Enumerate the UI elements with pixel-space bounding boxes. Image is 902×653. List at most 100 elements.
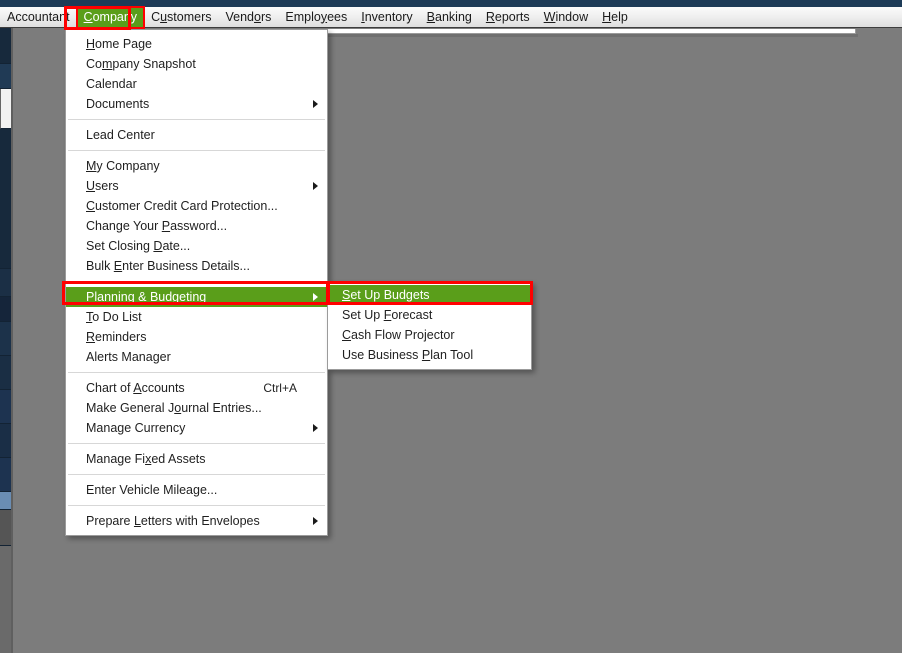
menubar-item-label: Inventory xyxy=(361,9,413,24)
submenu-arrow-icon xyxy=(313,293,318,301)
canvas-left-edge xyxy=(11,28,13,653)
submenu-arrow-icon xyxy=(313,100,318,108)
menu-item-lead-center[interactable]: Lead Center xyxy=(66,125,327,145)
menu-item-label: Cash Flow Projector xyxy=(342,328,455,342)
planning-budgeting-submenu[interactable]: Set Up Budgets Set Up Forecast Cash Flow P… xyxy=(327,281,532,370)
menu-item-shortcut: Ctrl+A xyxy=(263,381,297,395)
menu-item-label: Customer Credit Card Protection... xyxy=(86,199,278,213)
menu-item-bulk-enter-business-details[interactable]: Bulk Enter Business Details... xyxy=(66,256,327,276)
nav-segment[interactable] xyxy=(0,458,11,492)
menu-item-label: Planning & Budgeting xyxy=(86,290,207,304)
left-navigation-strip[interactable] xyxy=(0,28,11,546)
menu-item-label: Use Business Plan Tool xyxy=(342,348,474,362)
menu-item-reminders[interactable]: Reminders xyxy=(66,327,327,347)
menubar-item-customers[interactable]: Customers xyxy=(144,7,218,28)
nav-segment-active[interactable] xyxy=(0,89,11,129)
menubar-item-employees[interactable]: Employees xyxy=(278,7,354,28)
menubar-item-banking[interactable]: Banking xyxy=(420,7,479,28)
menubar-item-label: Customers xyxy=(151,9,212,24)
submenu-arrow-icon xyxy=(313,424,318,432)
menubar-item-window[interactable]: Window xyxy=(537,7,595,28)
menu-item-manage-fixed-assets[interactable]: Manage Fixed Assets xyxy=(66,449,327,469)
menu-item-prepare-letters-with-envelopes[interactable]: Prepare Letters with Envelopes xyxy=(66,511,327,531)
submenu-item-set-up-budgets[interactable]: Set Up Budgets xyxy=(328,285,531,305)
menu-item-label: Calendar xyxy=(86,77,137,91)
menubar-item-help[interactable]: Help xyxy=(595,7,635,28)
submenu-item-cash-flow-projector[interactable]: Cash Flow Projector xyxy=(328,325,531,345)
menubar-item-label: Window xyxy=(543,9,589,24)
menu-bar: Accountant Company Customers Vendors Employe… xyxy=(0,5,902,29)
menu-item-label: Manage Currency xyxy=(86,421,186,435)
menu-item-label: Set Up Budgets xyxy=(342,288,430,302)
menu-item-label: Documents xyxy=(86,97,150,111)
company-dropdown-menu[interactable]: Home Page Company Snapshot Calendar Documen… xyxy=(65,29,328,536)
nav-segment[interactable] xyxy=(0,129,11,269)
menu-item-users[interactable]: Users xyxy=(66,176,327,196)
menu-item-manage-currency[interactable]: Manage Currency xyxy=(66,418,327,438)
menubar-item-label: Employees xyxy=(285,9,348,24)
menu-item-label: Users xyxy=(86,179,119,193)
menubar-item-label: Vendors xyxy=(225,9,272,24)
menu-item-label: Set Closing Date... xyxy=(86,239,191,253)
menu-item-set-closing-date[interactable]: Set Closing Date... xyxy=(66,236,327,256)
menu-item-change-your-password[interactable]: Change Your Password... xyxy=(66,216,327,236)
menu-item-label: Reminders xyxy=(86,330,147,344)
menu-separator xyxy=(68,372,325,373)
submenu-arrow-icon xyxy=(313,517,318,525)
menu-separator xyxy=(68,150,325,151)
menu-item-calendar[interactable]: Calendar xyxy=(66,74,327,94)
menu-item-to-do-list[interactable]: To Do List xyxy=(66,307,327,327)
submenu-item-set-up-forecast[interactable]: Set Up Forecast xyxy=(328,305,531,325)
menu-item-label: Prepare Letters with Envelopes xyxy=(86,514,260,528)
menu-item-company-snapshot[interactable]: Company Snapshot xyxy=(66,54,327,74)
nav-segment[interactable] xyxy=(0,510,11,546)
menubar-item-label: Help xyxy=(602,9,628,24)
menubar-item-label: Accountant xyxy=(7,9,70,24)
nav-segment[interactable] xyxy=(0,269,11,297)
menu-item-alerts-manager[interactable]: Alerts Manager xyxy=(66,347,327,367)
menu-item-label: Alerts Manager xyxy=(86,350,171,364)
menubar-item-label: Reports xyxy=(485,9,530,24)
menu-separator xyxy=(68,505,325,506)
menu-item-label: Set Up Forecast xyxy=(342,308,433,322)
menu-item-label: Chart of Accounts xyxy=(86,381,185,395)
menubar-item-company[interactable]: Company xyxy=(75,5,146,29)
menu-item-label: Enter Vehicle Mileage... xyxy=(86,483,218,497)
menu-item-enter-vehicle-mileage[interactable]: Enter Vehicle Mileage... xyxy=(66,480,327,500)
menu-item-documents[interactable]: Documents xyxy=(66,94,327,114)
menu-item-label: To Do List xyxy=(86,310,142,324)
menu-item-make-general-journal-entries[interactable]: Make General Journal Entries... xyxy=(66,398,327,418)
menu-item-label: My Company xyxy=(86,159,160,173)
nav-segment[interactable] xyxy=(0,64,11,89)
menubar-item-label: Company xyxy=(83,9,138,24)
menu-separator xyxy=(68,443,325,444)
menu-item-label: Bulk Enter Business Details... xyxy=(86,259,250,273)
menu-separator xyxy=(68,474,325,475)
nav-segment[interactable] xyxy=(0,322,11,356)
menu-item-my-company[interactable]: My Company xyxy=(66,156,327,176)
nav-segment[interactable] xyxy=(0,356,11,390)
menu-separator xyxy=(68,119,325,120)
left-navigation-strip-tail xyxy=(0,546,11,653)
menu-item-label: Make General Journal Entries... xyxy=(86,401,262,415)
menubar-item-reports[interactable]: Reports xyxy=(479,7,537,28)
menubar-item-accountant[interactable]: Accountant xyxy=(0,7,77,28)
submenu-item-use-business-plan-tool[interactable]: Use Business Plan Tool xyxy=(328,345,531,365)
menu-item-label: Change Your Password... xyxy=(86,219,228,233)
menu-item-chart-of-accounts[interactable]: Chart of Accounts Ctrl+A xyxy=(66,378,327,398)
menu-item-label: Home Page xyxy=(86,37,153,51)
nav-segment[interactable] xyxy=(0,424,11,458)
menu-item-customer-credit-card-protection[interactable]: Customer Credit Card Protection... xyxy=(66,196,327,216)
menu-item-label: Lead Center xyxy=(86,128,155,142)
menu-item-home-page[interactable]: Home Page xyxy=(66,34,327,54)
nav-segment-selected[interactable] xyxy=(0,492,11,510)
menu-item-planning-budgeting[interactable]: Planning & Budgeting xyxy=(66,287,327,307)
nav-segment[interactable] xyxy=(0,297,11,322)
nav-segment[interactable] xyxy=(0,28,11,64)
nav-segment[interactable] xyxy=(0,390,11,424)
menu-item-label: Company Snapshot xyxy=(86,57,196,71)
menu-separator xyxy=(68,281,325,282)
submenu-arrow-icon xyxy=(313,182,318,190)
menubar-item-inventory[interactable]: Inventory xyxy=(354,7,419,28)
menubar-item-vendors[interactable]: Vendors xyxy=(219,7,279,28)
